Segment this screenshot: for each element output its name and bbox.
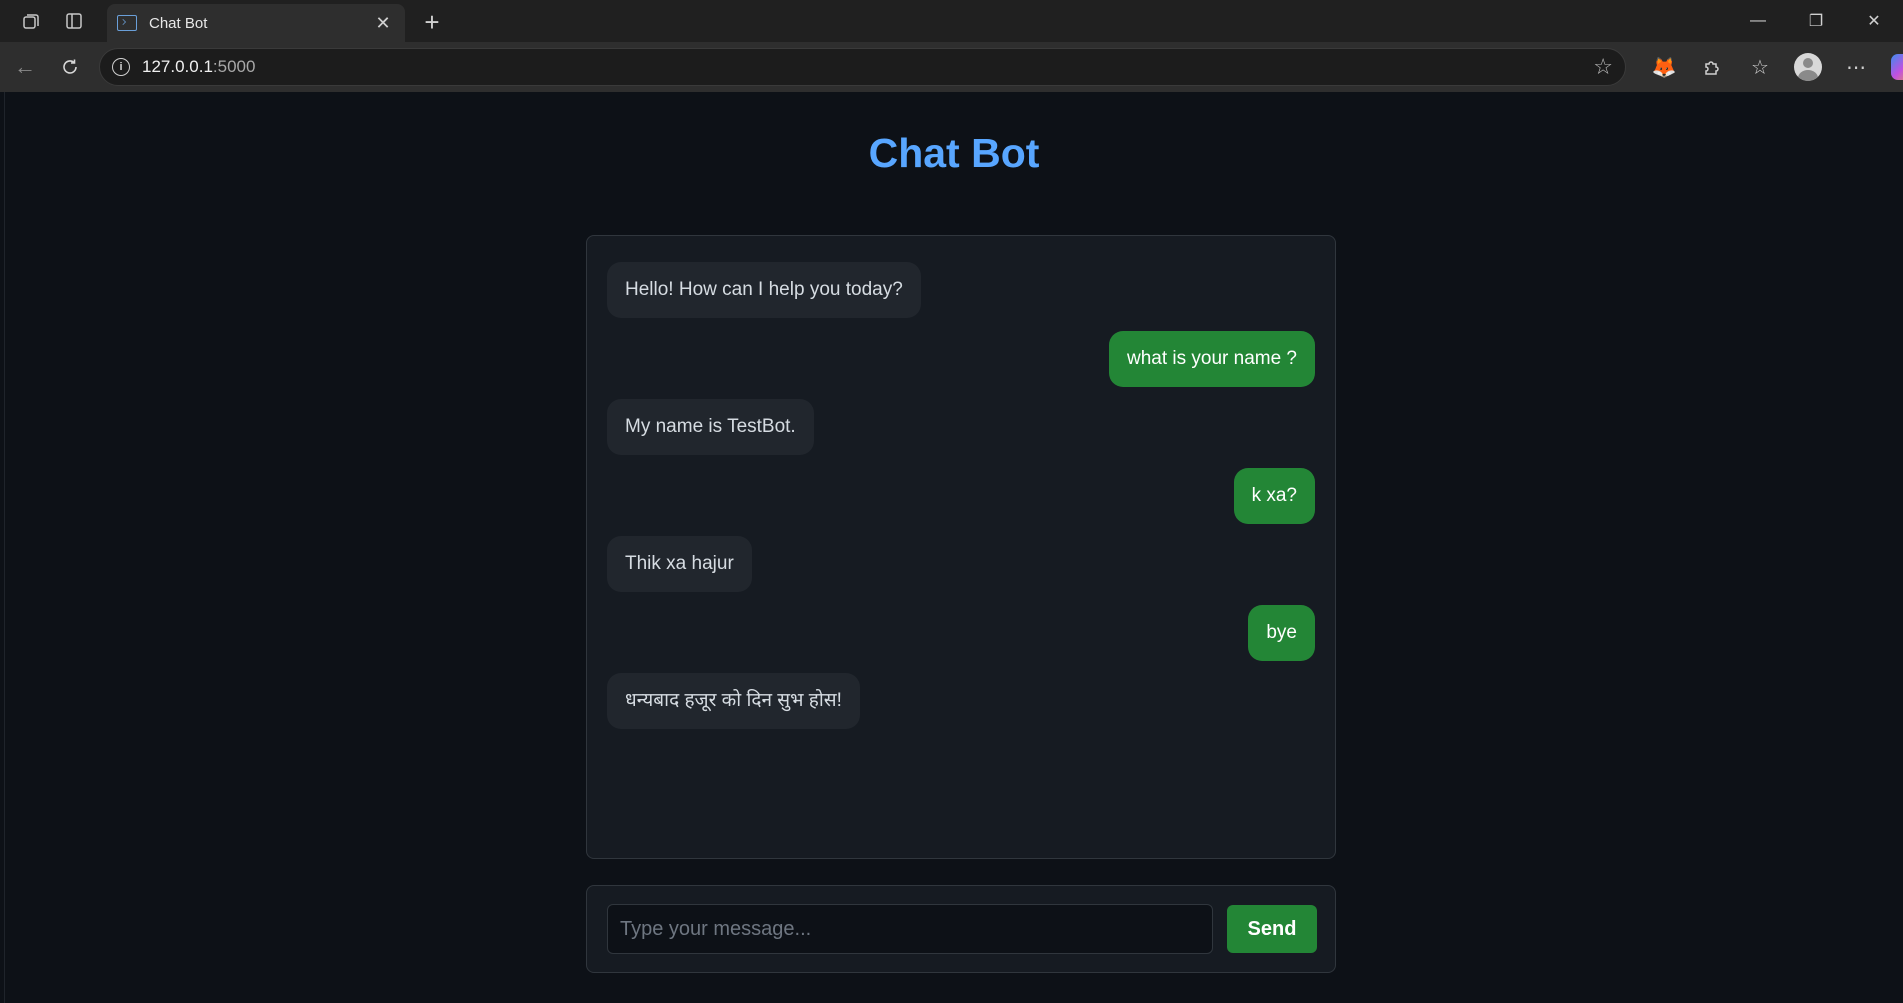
more-options-icon[interactable]: ⋯ [1832, 47, 1880, 87]
new-tab-icon[interactable]: + [414, 4, 450, 40]
bot-message: धन्यबाद हजूर को दिन सुभ होस! [607, 673, 860, 729]
minimize-icon[interactable]: — [1729, 0, 1787, 42]
browser-titlebar: Chat Bot ✕ + — ❐ ✕ [0, 0, 1903, 42]
bot-message: Thik xa hajur [607, 536, 752, 592]
browser-tab-chat-bot[interactable]: Chat Bot ✕ [107, 4, 405, 42]
site-info-icon[interactable]: i [112, 58, 130, 76]
bot-message: Hello! How can I help you today? [607, 262, 921, 318]
page-title: Chat Bot [868, 130, 1040, 176]
bot-message: My name is TestBot. [607, 399, 814, 455]
browser-toolbar: ← i 127.0.0.1 :5000 ☆ 🦊 ☆ ⋯ [0, 42, 1903, 92]
metamask-extension-icon[interactable]: 🦊 [1640, 47, 1688, 87]
url-port: :5000 [212, 57, 256, 76]
send-button[interactable]: Send [1227, 905, 1317, 953]
refresh-icon[interactable] [48, 47, 92, 87]
chat-messages-panel[interactable]: Hello! How can I help you today? what is… [586, 235, 1336, 859]
back-icon[interactable]: ← [3, 47, 47, 87]
toolbar-extensions: 🦊 ☆ ⋯ [1640, 47, 1903, 87]
copilot-icon[interactable] [1880, 47, 1903, 87]
message-input-bar: Send [586, 885, 1336, 973]
page-content: Chat Bot Hello! How can I help you today… [4, 92, 1903, 1003]
address-bar[interactable]: i 127.0.0.1 :5000 ☆ [99, 48, 1626, 86]
user-message: k xa? [1233, 468, 1315, 524]
favorite-star-icon[interactable]: ☆ [1593, 54, 1613, 80]
extensions-puzzle-icon[interactable] [1688, 47, 1736, 87]
message-input[interactable] [607, 904, 1213, 954]
url-host: 127.0.0.1 [142, 57, 213, 76]
vertical-tabs-icon[interactable] [53, 0, 95, 42]
restore-icon[interactable]: ❐ [1787, 0, 1845, 42]
terminal-favicon-icon [117, 15, 137, 31]
user-message: bye [1248, 605, 1315, 661]
favorites-icon[interactable]: ☆ [1736, 47, 1784, 87]
profile-avatar[interactable] [1784, 47, 1832, 87]
close-tab-icon[interactable]: ✕ [371, 13, 395, 34]
window-controls: — ❐ ✕ [1729, 0, 1903, 42]
workspaces-icon[interactable] [10, 0, 52, 42]
tab-title: Chat Bot [149, 14, 208, 32]
user-message: what is your name ? [1108, 331, 1315, 387]
close-window-icon[interactable]: ✕ [1845, 0, 1903, 42]
